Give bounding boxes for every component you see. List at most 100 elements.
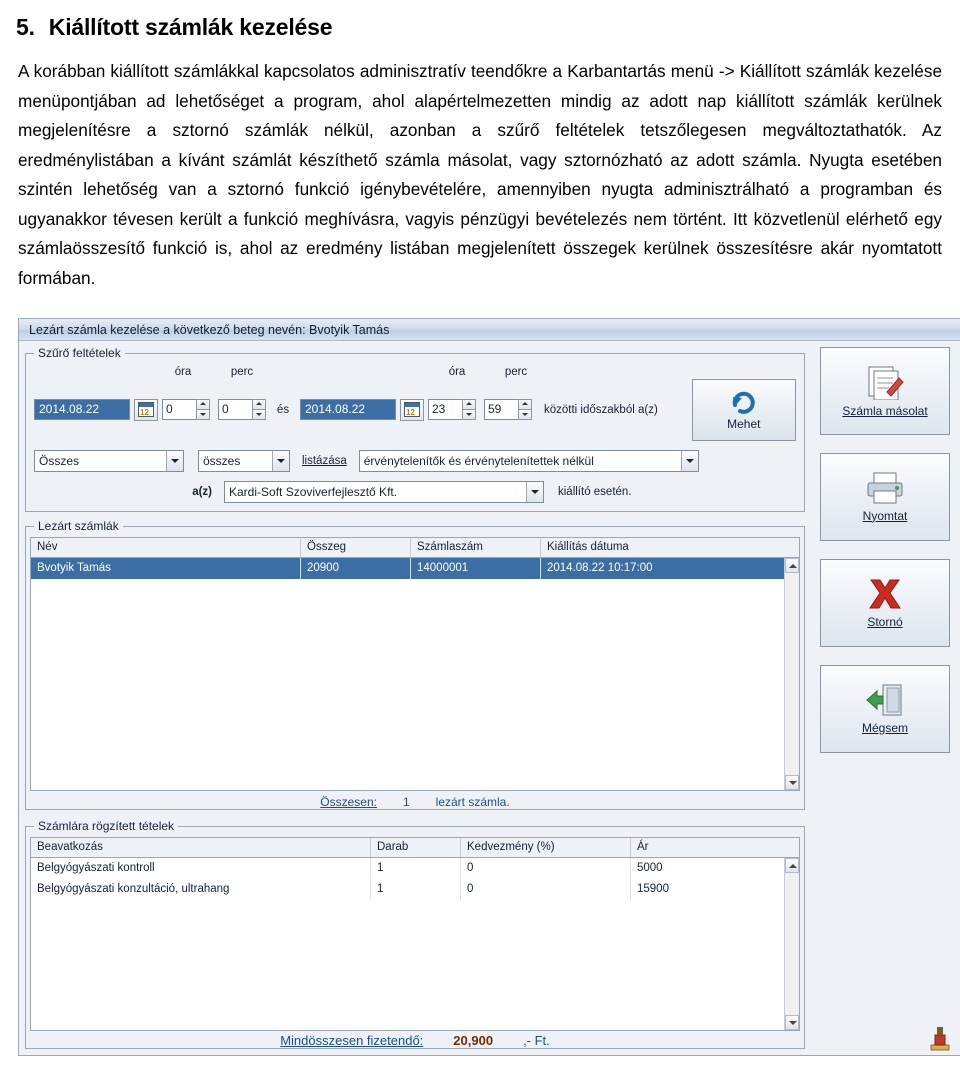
copy-invoice-button[interactable]: Számla másolat (820, 346, 950, 435)
date-from-input[interactable]: 2014.08.22 (34, 399, 130, 421)
cell-ar: 5000 (637, 861, 663, 874)
invalid-filter-combo[interactable]: érvénytelenítők és érvénytelenítettek né… (358, 449, 699, 472)
calendar-to-button[interactable] (400, 398, 424, 421)
chevron-down-icon[interactable] (272, 450, 289, 471)
invoices-table[interactable]: Név Összeg Számlaszám Kiállítás dátuma B… (30, 536, 800, 791)
chevron-down-icon[interactable] (680, 450, 698, 471)
minute-to-stepper[interactable]: 59 (484, 399, 532, 421)
minute-from-arrows[interactable] (252, 399, 266, 421)
refresh-icon (732, 391, 755, 414)
print-label: Nyomtat (862, 508, 908, 523)
scroll-up-icon[interactable] (785, 857, 799, 873)
cell-kedvezmeny: 0 (461, 878, 631, 900)
spin-up-icon[interactable] (518, 399, 532, 410)
mehet-label: Mehet (727, 416, 761, 431)
minute-to-value[interactable]: 59 (484, 399, 518, 421)
calendar-icon (404, 402, 420, 418)
az-label: a(z) (192, 485, 212, 498)
red-x-icon (869, 579, 901, 609)
invoices-vertical-scrollbar[interactable] (784, 557, 799, 790)
spin-down-icon[interactable] (518, 409, 532, 421)
document-page: 5. Kiállított számlák kezelése A korábba… (0, 0, 960, 1056)
chevron-down-icon[interactable] (166, 450, 183, 471)
invoices-table-header: Név Összeg Számlaszám Kiállítás dátuma (31, 537, 799, 558)
scroll-up-icon[interactable] (785, 557, 799, 573)
total-label: Mindösszesen fizetendő: (280, 1032, 424, 1048)
hour-to-stepper[interactable]: 23 (428, 399, 476, 421)
heading-number: 5. (16, 14, 35, 40)
storno-button[interactable]: Stornó (820, 558, 950, 647)
col-nev: Név (31, 537, 301, 557)
col-osszeg: Összeg (301, 537, 411, 557)
cell-datum: 2014.08.22 10:17:00 (547, 561, 653, 574)
cell-darab: 1 (371, 878, 461, 900)
spin-down-icon[interactable] (252, 409, 266, 421)
date-to-input[interactable]: 2014.08.22 (300, 399, 396, 421)
total-amount: 20,900 (453, 1032, 494, 1048)
cell-ar: 15900 (637, 882, 669, 895)
printer-icon (867, 472, 903, 504)
copy-document-icon (868, 366, 904, 400)
copy-invoice-label: Számla másolat (842, 403, 928, 418)
hour-from-stepper[interactable]: 0 (162, 399, 210, 421)
items-table[interactable]: Beavatkozás Darab Kedvezmény (%) Ár Belg… (30, 836, 800, 1031)
issuer-label: kiállító esetén. (558, 485, 632, 498)
items-table-body[interactable]: Belgyógyászati kontroll 1 0 5000 Belgyóg… (31, 857, 799, 1030)
company-combo-value: Kardi-Soft Szoviverfejlesztő Kft. (229, 484, 398, 499)
hour-header-from: óra (174, 365, 192, 378)
type-combo-value: Összes (39, 453, 80, 468)
exit-door-icon (866, 684, 902, 716)
summary-label: Összesen: (320, 794, 377, 809)
table-row[interactable]: Bvotyik Tamás 20900 14000001 2014.08.22 … (31, 557, 799, 579)
cancel-button[interactable]: Mégsem (820, 664, 950, 753)
spin-down-icon[interactable] (196, 409, 210, 421)
and-label: és (276, 403, 290, 416)
body-paragraph: A korábban kiállított számlákkal kapcsol… (18, 61, 942, 289)
spin-up-icon[interactable] (196, 399, 210, 410)
print-button[interactable]: Nyomtat (820, 452, 950, 541)
cell-osszeg: 20900 (301, 557, 411, 579)
items-vertical-scrollbar[interactable] (784, 857, 799, 1030)
table-row[interactable]: Belgyógyászati konzultáció, ultrahang 1 … (31, 878, 799, 900)
mehet-button[interactable]: Mehet (691, 378, 796, 441)
col-szamlaszam: Számlaszám (411, 537, 541, 557)
cell-szamlaszam: 14000001 (411, 557, 541, 579)
table-row[interactable]: Belgyógyászati kontroll 1 0 5000 (31, 857, 799, 879)
hour-to-arrows[interactable] (462, 399, 476, 421)
minute-from-stepper[interactable]: 0 (218, 399, 266, 421)
items-group: Számlára rögzített tételek Beavatkozás D… (25, 818, 805, 1049)
chevron-down-icon[interactable] (526, 481, 543, 502)
invoices-legend: Lezárt számlák (34, 518, 123, 533)
hour-from-value[interactable]: 0 (162, 399, 196, 421)
filter-legend: Szűrő feltételek (34, 345, 125, 360)
col-beavatkozas: Beavatkozás (31, 837, 371, 857)
type-combo[interactable]: Összes (34, 449, 184, 472)
spin-down-icon[interactable] (462, 409, 476, 421)
cell-nev: Bvotyik Tamás (31, 557, 301, 579)
page-title: 5. Kiállított számlák kezelése (10, 0, 950, 41)
all-combo[interactable]: összes (198, 449, 290, 472)
spin-up-icon[interactable] (462, 399, 476, 410)
scroll-down-icon[interactable] (785, 1014, 799, 1030)
cell-kedvezmeny: 0 (461, 857, 631, 879)
filter-group: Szűrő feltételek óra perc óra perc 2014.… (25, 345, 805, 512)
col-darab: Darab (371, 837, 461, 857)
items-total-row: Mindösszesen fizetendő: 20,900 ,- Ft. (26, 1033, 804, 1048)
company-combo[interactable]: Kardi-Soft Szoviverfejlesztő Kft. (224, 480, 544, 503)
application-screenshot: Lezárt számla kezelése a következő beteg… (18, 317, 960, 1056)
scroll-down-icon[interactable] (785, 774, 799, 790)
calendar-from-button[interactable] (134, 398, 158, 421)
window-title-bar: Lezárt számla kezelése a következő beteg… (19, 318, 960, 341)
stamp-icon (930, 1026, 950, 1051)
cell-beavatkozas: Belgyógyászati kontroll (31, 857, 371, 879)
hour-to-value[interactable]: 23 (428, 399, 462, 421)
minute-header-from: perc (230, 365, 254, 378)
minute-to-arrows[interactable] (518, 399, 532, 421)
spin-up-icon[interactable] (252, 399, 266, 410)
col-datum: Kiállítás dátuma (547, 540, 629, 553)
cell-beavatkozas: Belgyógyászati konzultáció, ultrahang (31, 878, 371, 900)
hour-from-arrows[interactable] (196, 399, 210, 421)
invalid-filter-value: érvénytelenítők és érvénytelenítettek né… (363, 453, 594, 468)
minute-from-value[interactable]: 0 (218, 399, 252, 421)
invoices-table-body[interactable]: Bvotyik Tamás 20900 14000001 2014.08.22 … (31, 557, 799, 790)
